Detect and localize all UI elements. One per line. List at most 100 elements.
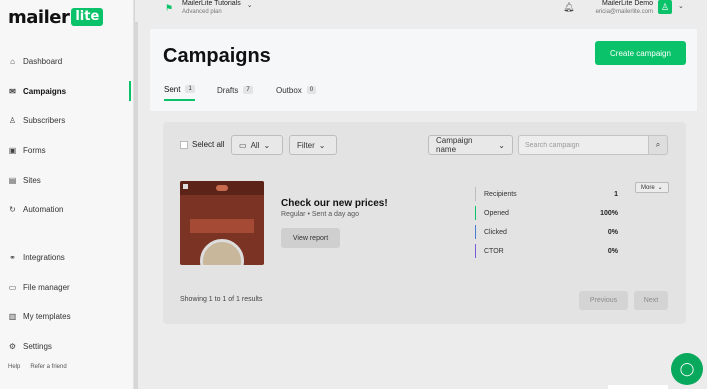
search-icon: ⌕ xyxy=(655,140,661,149)
search-input[interactable] xyxy=(518,135,649,155)
results-summary: Showing 1 to 1 of 1 results xyxy=(180,296,263,303)
view-report-button[interactable]: View report xyxy=(281,228,340,248)
bell-icon[interactable]: 🔔︎ xyxy=(563,2,574,13)
user-info[interactable]: MailerLite Demo ericia@mailerlite.com xyxy=(583,0,653,16)
tab-count: 0 xyxy=(306,86,317,94)
chevron-down-icon: ⌄ xyxy=(246,2,253,9)
user-name: MailerLite Demo xyxy=(602,0,653,7)
search-button[interactable]: ⌕ xyxy=(649,135,668,155)
sidebar-item-subscribers[interactable]: ♙ Subscribers xyxy=(0,108,134,132)
gear-icon: ⚙ xyxy=(8,341,17,351)
sidebar-item-sites[interactable]: ▤ Sites xyxy=(0,168,134,192)
logo-badge: lite xyxy=(71,8,104,26)
folder-filter-dropdown[interactable]: ▭ All ⌄ xyxy=(231,135,283,155)
chevron-down-icon[interactable]: ⌄ xyxy=(678,2,684,10)
filter-dropdown[interactable]: Filter ⌄ xyxy=(289,135,337,155)
tab-label: Drafts xyxy=(217,85,239,95)
sidebar-item-my-templates[interactable]: ▥ My templates xyxy=(0,304,134,328)
user-email: ericia@mailerlite.com xyxy=(595,9,653,15)
campaign-title[interactable]: Check our new prices! xyxy=(281,198,388,209)
account-switcher[interactable]: ⚑ MailerLite Tutorials Advanced plan ⌄ xyxy=(165,0,253,16)
stat-opened: Opened 100% xyxy=(475,206,618,220)
chevron-down-icon: ⌄ xyxy=(657,185,663,191)
sidebar-item-automation[interactable]: ↻ Automation xyxy=(0,197,134,221)
tab-sent[interactable]: Sent 1 xyxy=(164,79,195,101)
envelope-icon: ✉ xyxy=(9,86,16,96)
topbar: ⚑ MailerLite Tutorials Advanced plan ⌄ 🔔… xyxy=(135,0,707,22)
sidebar-item-label: Subscribers xyxy=(23,115,66,125)
tab-label: Sent xyxy=(164,84,181,94)
stat-label: CTOR xyxy=(484,247,504,255)
forms-icon: ▣ xyxy=(8,145,17,155)
campaign-list-card: Select all ▭ All ⌄ Filter ⌄ Campaign nam… xyxy=(163,122,686,324)
sort-by-dropdown[interactable]: Campaign name ⌄ xyxy=(428,135,513,155)
chat-icon: ◯ xyxy=(679,361,695,376)
user-avatar-icon: ♙ xyxy=(660,1,670,12)
avatar[interactable]: ♙ xyxy=(658,0,672,14)
tab-count: 7 xyxy=(243,86,253,94)
chevron-down-icon: ⌄ xyxy=(498,140,505,150)
sidebar-item-label: Campaigns xyxy=(23,86,67,96)
select-all[interactable]: Select all xyxy=(180,140,224,149)
sidebar-item-label: Sites xyxy=(23,175,41,185)
stat-clicked: Clicked 0% xyxy=(475,225,618,239)
sidebar: mailer lite ⌂ Dashboard ✉ Campaigns ♙ Su… xyxy=(0,0,134,389)
sidebar-footer: Help Refer a friend xyxy=(8,364,67,370)
chevron-down-icon: ⌄ xyxy=(263,140,271,150)
chevron-down-icon: ⌄ xyxy=(318,140,326,150)
campaign-type: Regular xyxy=(281,211,306,218)
refer-friend-link[interactable]: Refer a friend xyxy=(30,364,66,370)
account-name: MailerLite Tutorials xyxy=(182,0,241,7)
campaign-thumbnail[interactable] xyxy=(180,181,264,265)
sidebar-item-label: My templates xyxy=(23,311,71,321)
sidebar-item-forms[interactable]: ▣ Forms xyxy=(0,138,134,162)
folder-filter-label: All xyxy=(250,140,260,150)
page-title: Campaigns xyxy=(163,45,271,67)
tab-label: Outbox xyxy=(276,85,302,95)
integrations-icon: ⚭ xyxy=(9,252,16,262)
account-plan: Advanced plan xyxy=(182,9,222,15)
stat-label: Opened xyxy=(484,209,509,217)
folder-icon: ▭ xyxy=(239,140,247,150)
sidebar-item-dashboard[interactable]: ⌂ Dashboard xyxy=(0,49,134,73)
stat-value: 0% xyxy=(607,247,618,255)
campaign-sent-time: Sent a day ago xyxy=(311,211,359,218)
sidebar-item-label: Integrations xyxy=(23,252,65,262)
sidebar-item-file-manager[interactable]: ▭ File manager xyxy=(0,275,134,299)
stat-value: 100% xyxy=(600,209,618,217)
sidebar-item-integrations[interactable]: ⚭ Integrations xyxy=(0,245,134,269)
more-label: More xyxy=(641,184,655,191)
sidebar-item-label: Forms xyxy=(23,145,46,155)
sidebar-item-label: Dashboard xyxy=(23,56,63,66)
folder-icon: ▭ xyxy=(8,282,17,292)
sites-icon: ▤ xyxy=(8,175,17,185)
sort-label: Campaign name xyxy=(436,136,473,154)
sidebar-item-campaigns[interactable]: ✉ Campaigns xyxy=(0,79,134,103)
select-all-label: Select all xyxy=(192,140,225,149)
sidebar-item-label: Automation xyxy=(23,204,64,214)
templates-icon: ▥ xyxy=(8,311,17,321)
logo-text: mailer xyxy=(8,6,70,28)
stat-ctor: CTOR 0% xyxy=(475,244,618,258)
sidebar-item-settings[interactable]: ⚙ Settings xyxy=(0,334,134,358)
tab-count: 1 xyxy=(185,85,195,93)
more-dropdown[interactable]: More ⌄ xyxy=(635,182,669,193)
previous-page-button[interactable]: Previous xyxy=(579,291,628,310)
sidebar-item-label: Settings xyxy=(23,341,52,351)
filter-label: Filter xyxy=(297,140,315,150)
tab-outbox[interactable]: Outbox 0 xyxy=(276,79,317,101)
user-icon: ♙ xyxy=(8,115,17,125)
select-all-checkbox[interactable] xyxy=(180,140,188,149)
chat-button[interactable]: ◯ xyxy=(671,353,703,385)
sidebar-scrollbar[interactable] xyxy=(134,0,138,389)
stat-value: 0% xyxy=(607,228,618,236)
stat-label: Recipients xyxy=(484,190,517,198)
dashboard-icon: ⌂ xyxy=(10,56,15,66)
mailerlite-logo[interactable]: mailer lite xyxy=(8,6,104,28)
tab-drafts[interactable]: Drafts 7 xyxy=(217,79,253,101)
help-link[interactable]: Help xyxy=(8,364,20,370)
next-page-button[interactable]: Next xyxy=(634,291,668,310)
stat-recipients: Recipients 1 xyxy=(475,187,618,201)
create-campaign-button[interactable]: Create campaign xyxy=(595,41,686,65)
flag-icon: ⚑ xyxy=(165,3,174,13)
